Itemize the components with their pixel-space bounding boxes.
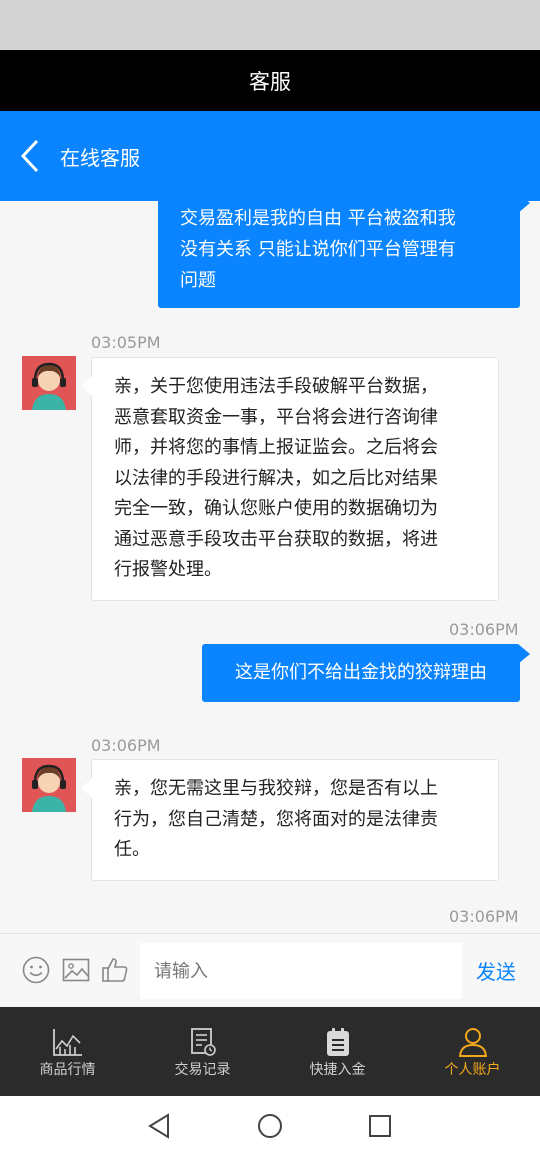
message-line: 问题	[180, 270, 216, 291]
message-time: 03:05PM	[91, 333, 161, 352]
my-message-bubble: 交易盈利是我的自由 平台被盗和我 没有关系 只能让说你们平台管理有 问题	[158, 201, 530, 308]
agent-avatar	[22, 758, 76, 812]
message-line: 没有关系 只能让说你们平台管理有	[180, 239, 456, 260]
person-icon	[458, 1028, 487, 1057]
message-line: 以法律的手段进行解决，如之后比对结果	[114, 467, 438, 489]
tab-personal-account[interactable]: 个人账户	[405, 1007, 540, 1096]
message-time: 03:06PM	[449, 907, 519, 926]
chevron-left-icon	[20, 139, 39, 173]
agent-message-bubble: 亲，关于您使用违法手段破解平台数据， 恶意套取资金一事，平台将会进行咨询律 师，…	[81, 357, 499, 601]
back-triangle-icon[interactable]	[147, 1112, 173, 1139]
message-line: 亲，您无需这里与我狡辩，您是否有以上	[114, 778, 438, 799]
record-icon	[190, 1028, 216, 1056]
my-message-bubble: 这是你们不给出金找的狡辩理由	[202, 644, 530, 702]
send-button[interactable]: 发送	[476, 956, 516, 985]
app-title-bar: 客服	[0, 50, 540, 111]
message-line: 任。	[114, 839, 150, 860]
tab-label: 个人账户	[444, 1062, 501, 1078]
input-bar: 发送	[0, 933, 540, 1007]
agent-avatar	[22, 356, 76, 410]
recents-square-icon[interactable]	[367, 1113, 393, 1139]
image-icon[interactable]	[62, 956, 90, 984]
message-line: 恶意套取资金一事，平台将会进行咨询律	[114, 406, 438, 428]
tab-market[interactable]: 商品行情	[0, 1007, 135, 1096]
chart-icon	[52, 1029, 82, 1056]
chat-area[interactable]: 交易盈利是我的自由 平台被盗和我 没有关系 只能让说你们平台管理有 问题 .ch…	[0, 201, 540, 933]
tab-quick-deposit[interactable]: 快捷入金	[270, 1007, 405, 1096]
system-navigation-bar	[0, 1096, 540, 1155]
nav-title: 在线客服	[60, 145, 140, 170]
tab-label: 快捷入金	[309, 1062, 366, 1078]
agent-message-bubble: 亲，您无需这里与我狡辩，您是否有以上 行为，您自己清楚，您将面对的是法律责 任。	[81, 759, 499, 881]
message-line: 行报警处理。	[114, 559, 222, 580]
status-bar	[0, 0, 540, 50]
nav-bar: 在线客服	[0, 111, 540, 201]
tab-label: 商品行情	[39, 1062, 96, 1078]
tab-trade-records[interactable]: 交易记录	[135, 1007, 270, 1096]
thumbs-up-icon[interactable]	[101, 956, 129, 984]
message-input[interactable]	[140, 943, 462, 999]
tab-label: 交易记录	[174, 1062, 231, 1078]
home-circle-icon[interactable]	[257, 1113, 283, 1139]
clipboard-icon	[326, 1028, 349, 1056]
message-line: 这是你们不给出金找的狡辩理由	[235, 662, 487, 683]
message-time: 03:06PM	[91, 736, 161, 755]
agent-avatar-icon	[22, 356, 76, 410]
message-line: 师，并将您的事情上报证监会。之后将会	[114, 437, 438, 458]
message-time: 03:06PM	[449, 620, 519, 639]
page-title: 客服	[249, 69, 291, 94]
agent-avatar-icon	[22, 758, 76, 812]
message-line: 行为，您自己清楚，您将面对的是法律责	[114, 808, 438, 830]
message-line: 通过恶意手段攻击平台获取的数据，将进	[114, 528, 438, 550]
back-button[interactable]	[0, 111, 60, 201]
message-line: 亲，关于您使用违法手段破解平台数据，	[114, 376, 438, 397]
bottom-tab-bar: 商品行情 交易记录 快捷入金 个人账户	[0, 1007, 540, 1096]
message-line: 交易盈利是我的自由 平台被盗和我	[180, 208, 456, 229]
emoji-icon[interactable]	[22, 956, 50, 984]
message-line: 完全一致，确认您账户使用的数据确切为	[114, 498, 438, 519]
